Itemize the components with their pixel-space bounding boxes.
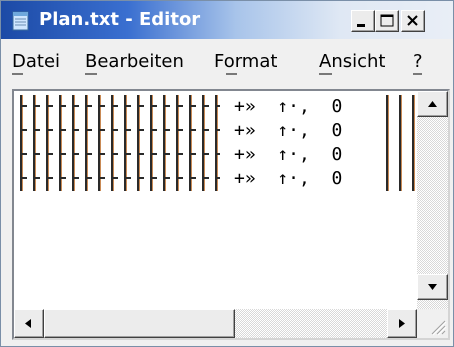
text-editor[interactable]: +» ↑·, 0 +» ↑·, 0 +» ↑·, 0 +» ↑·, 0 <box>12 89 450 340</box>
resize-grip-icon <box>431 320 447 336</box>
title-bar[interactable]: Plan.txt - Editor <box>1 1 453 39</box>
minimize-icon <box>357 24 365 27</box>
window-title: Plan.txt - Editor <box>39 9 201 30</box>
arrow-up-icon <box>428 101 437 107</box>
line-text: +» ↑·, 0 <box>234 144 343 165</box>
menu-mnemonic-underlines <box>12 73 422 75</box>
notepad-icon <box>12 11 29 31</box>
maximize-icon <box>380 14 394 27</box>
menu-bar: Datei Bearbeiten Format Ansicht ? <box>1 39 453 81</box>
line-tick-marks <box>20 167 220 191</box>
line-tick-marks-trailing <box>386 95 417 119</box>
line-tick-marks-trailing <box>386 143 417 167</box>
maximize-button[interactable] <box>375 10 399 32</box>
scroll-right-button[interactable] <box>387 309 417 338</box>
horizontal-scrollbar[interactable] <box>14 309 417 338</box>
arrow-right-icon <box>399 319 405 328</box>
scroll-left-button[interactable] <box>14 309 44 338</box>
horizontal-scroll-thumb[interactable] <box>44 309 235 338</box>
line-text: +» ↑·, 0 <box>234 120 343 141</box>
line-text: +» ↑·, 0 <box>234 168 343 189</box>
text-line: +» ↑·, 0 <box>20 119 417 143</box>
line-tick-marks-trailing <box>386 167 417 191</box>
close-icon <box>407 15 418 26</box>
arrow-left-icon <box>25 319 31 328</box>
scroll-down-button[interactable] <box>417 274 448 300</box>
line-tick-marks <box>20 95 220 119</box>
line-tick-marks-trailing <box>386 119 417 143</box>
vertical-scrollbar[interactable] <box>417 91 448 309</box>
text-line: +» ↑·, 0 <box>20 167 417 191</box>
arrow-down-icon <box>428 284 437 290</box>
text-line: +» ↑·, 0 <box>20 143 417 167</box>
scroll-up-button[interactable] <box>417 91 448 117</box>
text-line: +» ↑·, 0 <box>20 95 417 119</box>
notepad-window: Plan.txt - Editor Datei Bearbeiten Forma… <box>0 0 454 347</box>
minimize-button[interactable] <box>351 10 375 32</box>
line-tick-marks <box>20 119 220 143</box>
line-text: +» ↑·, 0 <box>234 96 343 117</box>
resize-grip[interactable] <box>417 309 448 338</box>
line-tick-marks <box>20 143 220 167</box>
close-button[interactable] <box>401 10 425 32</box>
text-content[interactable]: +» ↑·, 0 +» ↑·, 0 +» ↑·, 0 +» ↑·, 0 <box>20 95 417 313</box>
